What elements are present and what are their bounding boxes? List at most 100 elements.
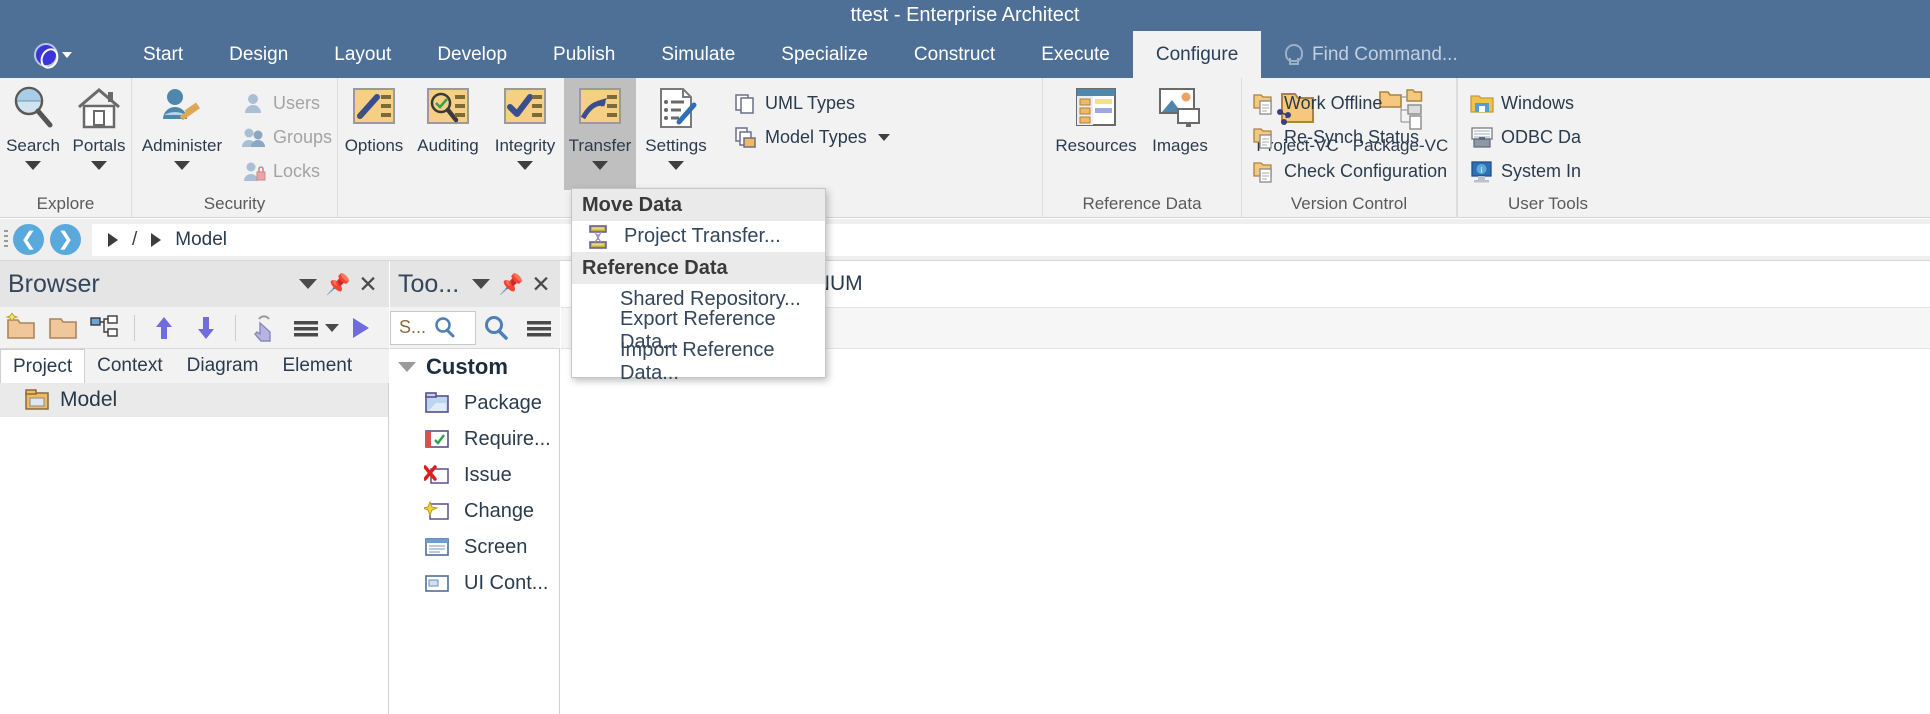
- ribbon-group-user-tools-title: User Tools: [1398, 194, 1698, 214]
- toolbox-search-placeholder: S...: [399, 317, 426, 338]
- toolbox-item-issue[interactable]: Issue: [390, 457, 559, 493]
- collapse-triangle-icon: [398, 362, 416, 372]
- breadcrumb-root-arrow-icon[interactable]: [108, 233, 118, 247]
- tab-start[interactable]: Start: [120, 31, 206, 78]
- browser-close-button[interactable]: ✕: [353, 269, 383, 299]
- resources-button[interactable]: Resources: [1051, 78, 1141, 190]
- system-info-icon: i: [1470, 161, 1494, 183]
- odbc-data-item[interactable]: ODBC Da: [1464, 122, 1587, 153]
- odbc-toolbox-icon: [1470, 127, 1494, 149]
- browser-tabs: Project Context Diagram Element: [0, 349, 389, 383]
- screen-icon: [424, 536, 450, 558]
- arrow-list-icon: [576, 85, 624, 131]
- tree-item-model[interactable]: Model: [0, 383, 388, 417]
- move-down-icon[interactable]: [189, 313, 223, 343]
- app-menu-chevron-down-icon[interactable]: [62, 52, 72, 58]
- portals-chevron-down-icon[interactable]: [91, 161, 107, 170]
- arrow-left-icon: ❮: [21, 230, 37, 249]
- hierarchy-icon[interactable]: [88, 313, 122, 343]
- user-icon: [242, 93, 266, 115]
- breadcrumb-level-arrow-icon[interactable]: [151, 233, 161, 247]
- tab-develop[interactable]: Develop: [414, 31, 530, 78]
- search-chevron-down-icon[interactable]: [25, 161, 41, 170]
- toolbox-pin-button[interactable]: 📌: [496, 269, 526, 299]
- toolbox-item-change[interactable]: Change: [390, 493, 559, 529]
- integrity-chevron-down-icon[interactable]: [517, 161, 533, 170]
- toolbox-item-requirement[interactable]: Require...: [390, 421, 559, 457]
- drag-handle[interactable]: [4, 230, 8, 250]
- tab-project[interactable]: Project: [0, 349, 85, 383]
- options-button[interactable]: Options: [338, 78, 410, 190]
- toolbox-group-custom[interactable]: Custom: [390, 349, 559, 385]
- menu-item-project-transfer[interactable]: Project Transfer...: [572, 221, 825, 252]
- vc-file-icon: [1253, 161, 1277, 183]
- ea-logo-icon[interactable]: [34, 43, 60, 69]
- search-button[interactable]: Search: [0, 78, 66, 190]
- tab-design[interactable]: Design: [206, 31, 311, 78]
- tab-execute[interactable]: Execute: [1018, 31, 1133, 78]
- settings-button[interactable]: Settings: [636, 78, 716, 190]
- ribbon-group-explore: Search Portals Explo: [0, 78, 132, 218]
- tab-configure[interactable]: Configure: [1133, 31, 1261, 78]
- toolbox-close-button[interactable]: ✕: [526, 269, 556, 299]
- toolbox-item-screen[interactable]: Screen: [390, 529, 559, 565]
- back-button[interactable]: ❮: [13, 224, 44, 255]
- auditing-button-label: Auditing: [417, 136, 478, 156]
- user-key-icon: [158, 85, 206, 131]
- touch-pointer-icon[interactable]: [247, 313, 281, 343]
- tab-diagram[interactable]: Diagram: [175, 349, 271, 383]
- auditing-button[interactable]: Auditing: [410, 78, 486, 190]
- toolbox-magnifier-button[interactable]: [480, 313, 514, 343]
- toolbox-menu-button[interactable]: [466, 269, 496, 299]
- browser-pin-button[interactable]: 📌: [323, 269, 353, 299]
- tab-simulate[interactable]: Simulate: [638, 31, 758, 78]
- uml-types-item[interactable]: UML Types: [728, 88, 896, 119]
- work-offline-item[interactable]: Work Offline: [1247, 88, 1453, 119]
- move-up-icon[interactable]: [147, 313, 181, 343]
- toolbox-item-package[interactable]: Package: [390, 385, 559, 421]
- security-locks-item[interactable]: Locks: [236, 156, 338, 187]
- images-button[interactable]: Images: [1141, 78, 1219, 190]
- browser-menu-chevron-down-icon[interactable]: [325, 324, 339, 332]
- toolbox-item-ui-control[interactable]: UI Cont...: [390, 565, 559, 601]
- open-folder-icon[interactable]: [46, 313, 80, 343]
- model-types-chevron-down-icon[interactable]: [878, 134, 890, 141]
- run-icon[interactable]: [343, 313, 377, 343]
- resynch-status-item[interactable]: Re-Synch Status: [1247, 122, 1453, 153]
- windows-item[interactable]: Windows: [1464, 88, 1587, 119]
- toolbox-search-input[interactable]: S...: [390, 311, 476, 345]
- model-types-item[interactable]: Model Types: [728, 122, 896, 153]
- model-types-icon: [734, 127, 758, 149]
- users-group-icon: [242, 127, 266, 149]
- check-configuration-item[interactable]: Check Configuration: [1247, 156, 1453, 187]
- window-title: ttest - Enterprise Architect: [0, 0, 1930, 31]
- menu-item-import-reference-data[interactable]: Import Reference Data...: [572, 346, 825, 377]
- lightbulb-icon: [1284, 44, 1300, 66]
- portals-button[interactable]: Portals: [66, 78, 132, 190]
- tab-specialize[interactable]: Specialize: [758, 31, 891, 78]
- administer-button[interactable]: Administer: [132, 78, 232, 190]
- checkmark-list-icon: [501, 85, 549, 131]
- tab-publish[interactable]: Publish: [530, 31, 638, 78]
- new-package-icon[interactable]: [4, 313, 38, 343]
- security-groups-item[interactable]: Groups: [236, 122, 338, 153]
- settings-chevron-down-icon[interactable]: [668, 161, 684, 170]
- integrity-button[interactable]: Integrity: [486, 78, 564, 190]
- transfer-chevron-down-icon[interactable]: [592, 161, 608, 170]
- menu-lines-icon[interactable]: [289, 313, 323, 343]
- administer-button-label: Administer: [142, 136, 222, 156]
- breadcrumb-field[interactable]: / Model: [92, 224, 1930, 256]
- tab-element[interactable]: Element: [270, 349, 364, 383]
- tab-layout[interactable]: Layout: [311, 31, 414, 78]
- tab-context[interactable]: Context: [85, 349, 174, 383]
- find-command[interactable]: Find Command...: [1284, 31, 1458, 78]
- forward-button[interactable]: ❯: [50, 224, 81, 255]
- tab-construct[interactable]: Construct: [891, 31, 1018, 78]
- browser-menu-button[interactable]: [293, 269, 323, 299]
- transfer-button[interactable]: Transfer: [564, 78, 636, 190]
- system-info-item[interactable]: i System In: [1464, 156, 1587, 187]
- editor-canvas[interactable]: [561, 349, 1930, 714]
- security-users-item[interactable]: Users: [236, 88, 338, 119]
- toolbox-menu-lines-icon[interactable]: [522, 313, 556, 343]
- administer-chevron-down-icon[interactable]: [174, 161, 190, 170]
